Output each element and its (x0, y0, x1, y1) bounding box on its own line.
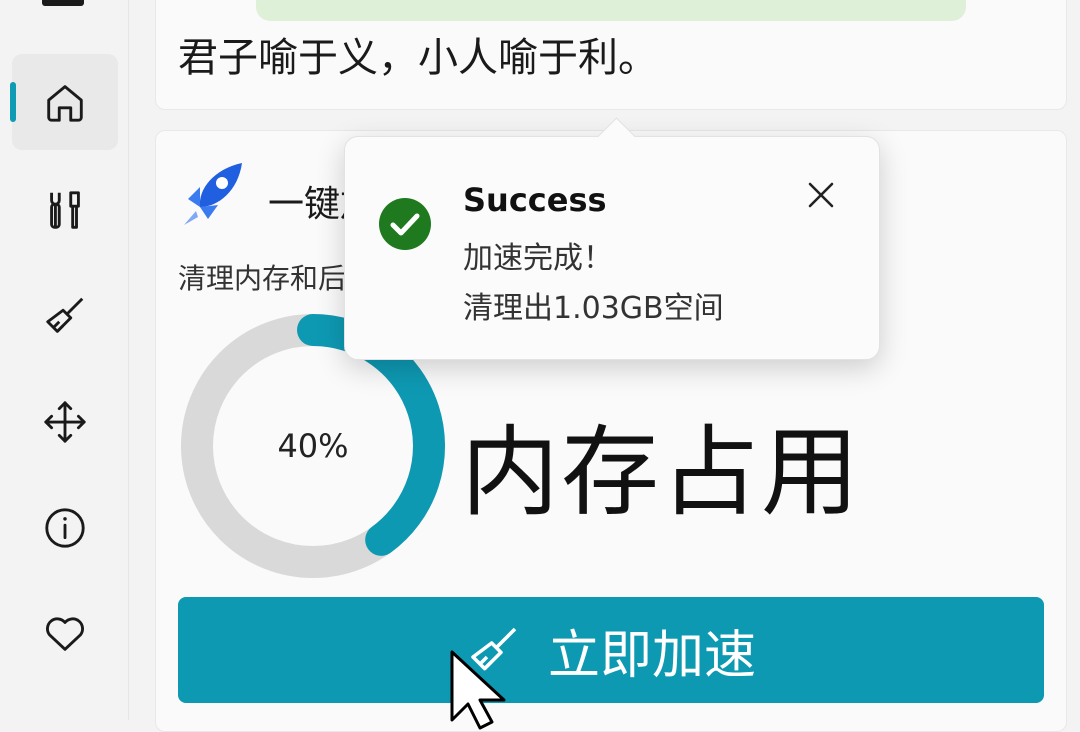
sidebar-item-tools[interactable] (12, 162, 118, 258)
sidebar-item-about[interactable] (12, 480, 118, 576)
move-icon (44, 401, 86, 443)
toast-close-button[interactable] (795, 169, 847, 221)
rocket-icon (184, 163, 242, 225)
memory-usage-label: 内存占用 (461, 416, 862, 530)
mouse-cursor-icon (450, 650, 506, 730)
broom-icon (46, 297, 84, 333)
accelerate-now-label: 立即加速 (547, 625, 756, 686)
quote-card: 君子喻于义，小人喻于利。 (155, 0, 1067, 110)
sidebar-item-clean[interactable] (12, 268, 118, 364)
sidebar-item-move[interactable] (12, 374, 118, 470)
toast-title: Success (463, 181, 607, 219)
heart-icon (46, 617, 84, 651)
home-icon (47, 85, 83, 122)
quote-text: 君子喻于义，小人喻于利。 (178, 35, 658, 81)
sidebar-item-favorite[interactable] (12, 586, 118, 682)
tools-icon (50, 191, 80, 229)
toast-pointer (597, 117, 636, 156)
toast-message-2: 清理出1.03GB空间 (463, 291, 724, 326)
active-indicator (10, 82, 16, 122)
menu-icon[interactable] (42, 0, 84, 6)
success-toast: Success 加速完成！ 清理出1.03GB空间 (344, 117, 880, 360)
sidebar (0, 0, 129, 720)
close-icon (808, 182, 834, 208)
accelerate-now-button[interactable]: 立即加速 (178, 597, 1044, 703)
quote-header-bar (256, 0, 966, 21)
memory-percentage: 40% (277, 427, 349, 465)
toast-message-1: 加速完成！ (463, 241, 613, 276)
info-icon (45, 508, 85, 548)
sidebar-item-home[interactable] (10, 54, 118, 150)
check-circle-icon (379, 198, 431, 250)
